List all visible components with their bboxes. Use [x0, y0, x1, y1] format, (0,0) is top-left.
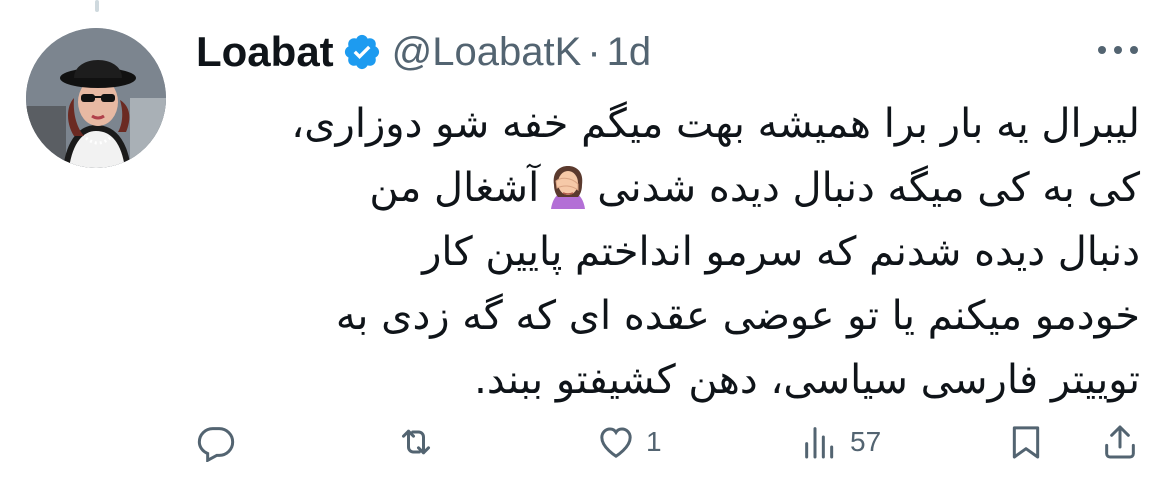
header-separator: ·	[587, 29, 601, 74]
views-icon	[800, 422, 840, 462]
like-button[interactable]: 1	[596, 412, 662, 472]
handle[interactable]: @LoabatK	[392, 30, 582, 75]
like-count: 1	[646, 426, 662, 457]
reply-button[interactable]	[196, 412, 246, 472]
tweet-text-line-5: توییتر فارسی سیاسی، دهن کشیفتو ببند.	[474, 357, 1140, 403]
display-name[interactable]: Loabat	[196, 28, 334, 76]
avatar-image	[26, 28, 166, 168]
thread-connector-line	[95, 0, 99, 12]
bookmark-icon	[1006, 422, 1046, 462]
reply-icon	[196, 422, 236, 462]
heart-icon	[596, 422, 636, 462]
views-button[interactable]: 57	[800, 412, 881, 472]
more-options-icon[interactable]	[1096, 40, 1140, 60]
share-icon	[1100, 422, 1140, 462]
tweet-actions-bar: 1 57	[196, 412, 1140, 472]
retweet-button[interactable]	[396, 412, 446, 472]
tweet-text-line-2b: آشغال من	[369, 165, 540, 211]
bookmark-button[interactable]	[1006, 412, 1046, 472]
share-button[interactable]	[1100, 412, 1140, 472]
tweet-text-line-3: دنبال دیده شدنم که سرمو انداختم پایین کا…	[422, 229, 1140, 275]
timestamp[interactable]: 1d	[607, 30, 652, 75]
tweet-text-line-2a: کی به کی میگه دنبال دیده شدنی	[597, 165, 1140, 211]
tweet-text: لیبرال یه بار برا همیشه بهت میگم خفه شو …	[196, 92, 1140, 412]
avatar[interactable]	[26, 28, 166, 168]
tweet-text-line-2: کی به کی میگه دنبال دیده شدنی آشغال من	[196, 156, 1140, 220]
verified-badge-icon[interactable]	[342, 32, 382, 72]
views-count: 57	[850, 426, 882, 457]
woman-facepalming-emoji-icon	[545, 163, 591, 209]
tweet-text-line-1: لیبرال یه بار برا همیشه بهت میگم خفه شو …	[291, 101, 1140, 147]
tweet-header: Loabat @LoabatK · 1d	[196, 26, 651, 78]
retweet-icon	[396, 422, 436, 462]
tweet-text-line-4: خودمو میکنم یا تو عوضی عقده ای که گه زدی…	[335, 293, 1140, 339]
